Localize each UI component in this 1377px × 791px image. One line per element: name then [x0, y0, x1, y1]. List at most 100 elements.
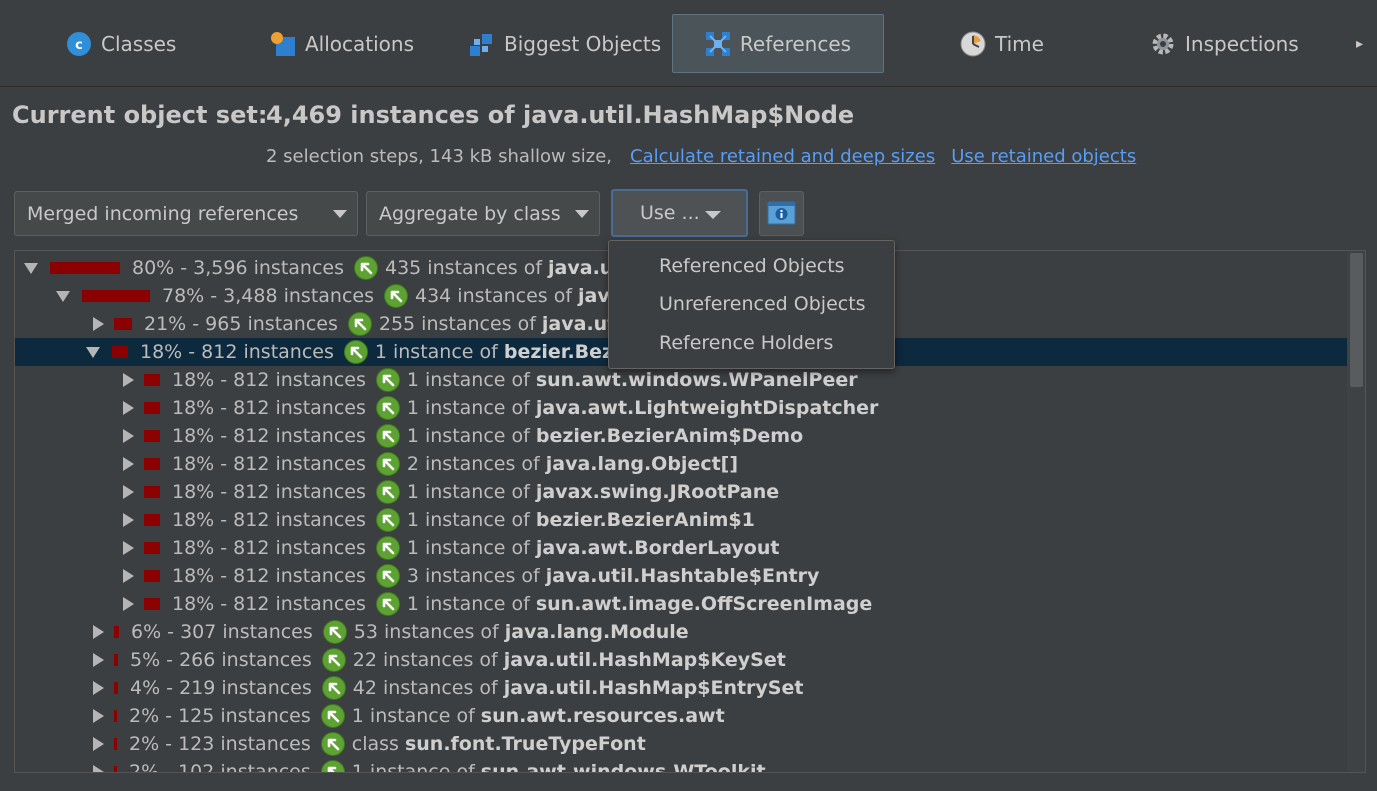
chevron-down-icon — [333, 210, 347, 218]
aggregation-value: Aggregate by class — [379, 202, 561, 225]
tree-row[interactable]: 4% - 219 instances 42 instances of java.ut… — [15, 674, 1347, 702]
tree-row[interactable]: 18% - 812 instances 1 instance of java.awt… — [15, 394, 1347, 422]
expanded-triangle-icon[interactable] — [24, 262, 38, 274]
tab-inspections[interactable]: Inspections — [1150, 14, 1330, 73]
percentage-bar — [144, 514, 160, 526]
tree-row[interactable]: 2% - 123 instances class sun.font.TrueType… — [15, 730, 1347, 758]
instance-stat: 6% - 307 instances — [131, 621, 313, 643]
tree-row-content: 18% - 812 instances 1 instance of javax.sw… — [121, 478, 779, 506]
object-set-value: 4,469 instances of java.util.HashMap$Nod… — [266, 101, 855, 129]
tab-overflow-icon[interactable]: ▸ — [1356, 36, 1363, 52]
collapsed-triangle-icon[interactable] — [123, 569, 134, 583]
aggregation-combo[interactable]: Aggregate by class — [366, 191, 600, 236]
tree-row[interactable]: 6% - 307 instances 53 instances of java.la… — [15, 618, 1347, 646]
menu-item-referenced-objects[interactable]: Referenced Objects — [659, 255, 845, 277]
percentage-bar — [82, 290, 150, 302]
instance-stat: 18% - 812 instances — [172, 481, 366, 503]
use-button[interactable]: Use ... — [611, 189, 748, 237]
tree-row[interactable]: 18% - 812 instances 1 instance of bezier.B… — [15, 422, 1347, 450]
tree-row[interactable]: 18% - 812 instances 1 instance of bezier.B… — [15, 506, 1347, 534]
inspections-icon — [1150, 31, 1176, 57]
use-button-label: Use ... — [640, 202, 700, 224]
instance-count: 1 instance of — [374, 341, 498, 363]
instance-stat: 21% - 965 instances — [144, 313, 338, 335]
tree-row-content: 18% - 812 instances 1 instance of bezier.B… — [86, 338, 633, 366]
tab-classes[interactable]: c Classes — [66, 14, 216, 73]
menu-item-unreferenced-objects[interactable]: Unreferenced Objects — [659, 293, 866, 315]
instance-stat: 4% - 219 instances — [130, 677, 312, 699]
collapsed-triangle-icon[interactable] — [93, 653, 104, 667]
tree-row[interactable]: 18% - 812 instances 1 instance of java.awt… — [15, 534, 1347, 562]
tree-row[interactable]: 18% - 812 instances 1 instance of javax.sw… — [15, 478, 1347, 506]
tree-row[interactable]: 5% - 266 instances 22 instances of java.ut… — [15, 646, 1347, 674]
tree-scrollbar[interactable] — [1347, 251, 1365, 772]
instance-stat: 80% - 3,596 instances — [132, 257, 344, 279]
percentage-bar — [114, 626, 119, 638]
class-name: java.util.HashMap$KeySet — [503, 649, 786, 671]
class-name: java.awt.LightweightDispatcher — [535, 397, 879, 419]
collapsed-triangle-icon[interactable] — [93, 765, 104, 772]
collapsed-triangle-icon[interactable] — [93, 709, 104, 723]
collapsed-triangle-icon[interactable] — [93, 737, 104, 751]
tree-row[interactable]: 2% - 125 instances 1 instance of sun.awt.r… — [15, 702, 1347, 730]
incoming-reference-icon — [322, 620, 347, 644]
instance-count: 1 instance of — [351, 761, 475, 773]
instance-count: 1 instance of — [406, 397, 530, 419]
reference-view-value: Merged incoming references — [27, 202, 299, 225]
tab-time[interactable]: Time — [960, 14, 1080, 73]
incoming-reference-icon — [320, 704, 345, 728]
collapsed-triangle-icon[interactable] — [123, 541, 134, 555]
class-name: java.util.HashMap$EntrySet — [503, 677, 804, 699]
percentage-bar — [114, 710, 117, 722]
use-retained-objects-link[interactable]: Use retained objects — [951, 146, 1136, 167]
collapsed-triangle-icon[interactable] — [93, 681, 104, 695]
tree-row-content: 5% - 266 instances 22 instances of java.ut… — [91, 646, 786, 674]
reference-view-combo[interactable]: Merged incoming references — [14, 191, 358, 236]
instance-count: 1 instance of — [406, 593, 530, 615]
tree-row-content: 21% - 965 instances 255 instances of java.… — [91, 310, 637, 338]
tree-row-content: 80% - 3,596 instances 435 instances of jav… — [24, 254, 635, 282]
tree-row[interactable]: 2% - 102 instances 1 instance of sun.awt.w… — [15, 758, 1347, 773]
incoming-reference-icon — [375, 592, 400, 616]
use-popup-menu: Referenced Objects Unreferenced Objects … — [608, 240, 895, 369]
incoming-reference-icon — [375, 564, 400, 588]
scrollbar-thumb[interactable] — [1350, 253, 1363, 387]
instance-count: 1 instance of — [406, 509, 530, 531]
collapsed-triangle-icon[interactable] — [123, 373, 134, 387]
tab-allocations[interactable]: Allocations — [270, 14, 440, 73]
menu-item-reference-holders[interactable]: Reference Holders — [659, 332, 833, 354]
collapsed-triangle-icon[interactable] — [123, 401, 134, 415]
percentage-bar — [114, 682, 118, 694]
collapsed-triangle-icon[interactable] — [123, 513, 134, 527]
instance-stat: 18% - 812 instances — [172, 425, 366, 447]
tree-row[interactable]: 18% - 812 instances 1 instance of sun.awt.… — [15, 590, 1347, 618]
tab-biggest-objects[interactable]: Biggest Objects — [469, 14, 669, 73]
collapsed-triangle-icon[interactable] — [123, 597, 134, 611]
incoming-reference-icon — [354, 256, 378, 280]
class-name: java.lang.Module — [504, 621, 689, 643]
collapsed-triangle-icon[interactable] — [123, 485, 134, 499]
tree-row[interactable]: 18% - 812 instances 1 instance of sun.awt.… — [15, 366, 1347, 394]
tree-row[interactable]: 18% - 812 instances 3 instances of java.ut… — [15, 562, 1347, 590]
incoming-reference-icon — [375, 396, 400, 420]
expanded-triangle-icon[interactable] — [56, 290, 70, 302]
tab-references[interactable]: References — [672, 14, 884, 73]
collapsed-triangle-icon[interactable] — [93, 625, 104, 639]
tree-row-content: 18% - 812 instances 1 instance of bezier.B… — [121, 422, 803, 450]
object-set-summary-line: 2 selection steps, 143 kB shallow size, … — [266, 146, 1136, 167]
classes-icon: c — [66, 31, 92, 57]
calculate-retained-sizes-link[interactable]: Calculate retained and deep sizes — [630, 146, 935, 167]
expanded-triangle-icon[interactable] — [86, 346, 100, 358]
tree-row-content: 4% - 219 instances 42 instances of java.ut… — [91, 674, 803, 702]
incoming-reference-icon — [375, 508, 400, 532]
tree-row[interactable]: 18% - 812 instances 2 instances of java.la… — [15, 450, 1347, 478]
incoming-reference-icon — [375, 536, 400, 560]
collapsed-triangle-icon[interactable] — [123, 457, 134, 471]
class-name: sun.awt.resources.awt — [480, 705, 725, 727]
tree-row-content: 2% - 123 instances class sun.font.TrueType… — [91, 730, 646, 758]
collapsed-triangle-icon[interactable] — [123, 429, 134, 443]
collapsed-triangle-icon[interactable] — [93, 317, 104, 331]
info-button[interactable] — [759, 191, 804, 236]
instance-stat: 18% - 812 instances — [172, 453, 366, 475]
info-icon — [767, 201, 796, 225]
